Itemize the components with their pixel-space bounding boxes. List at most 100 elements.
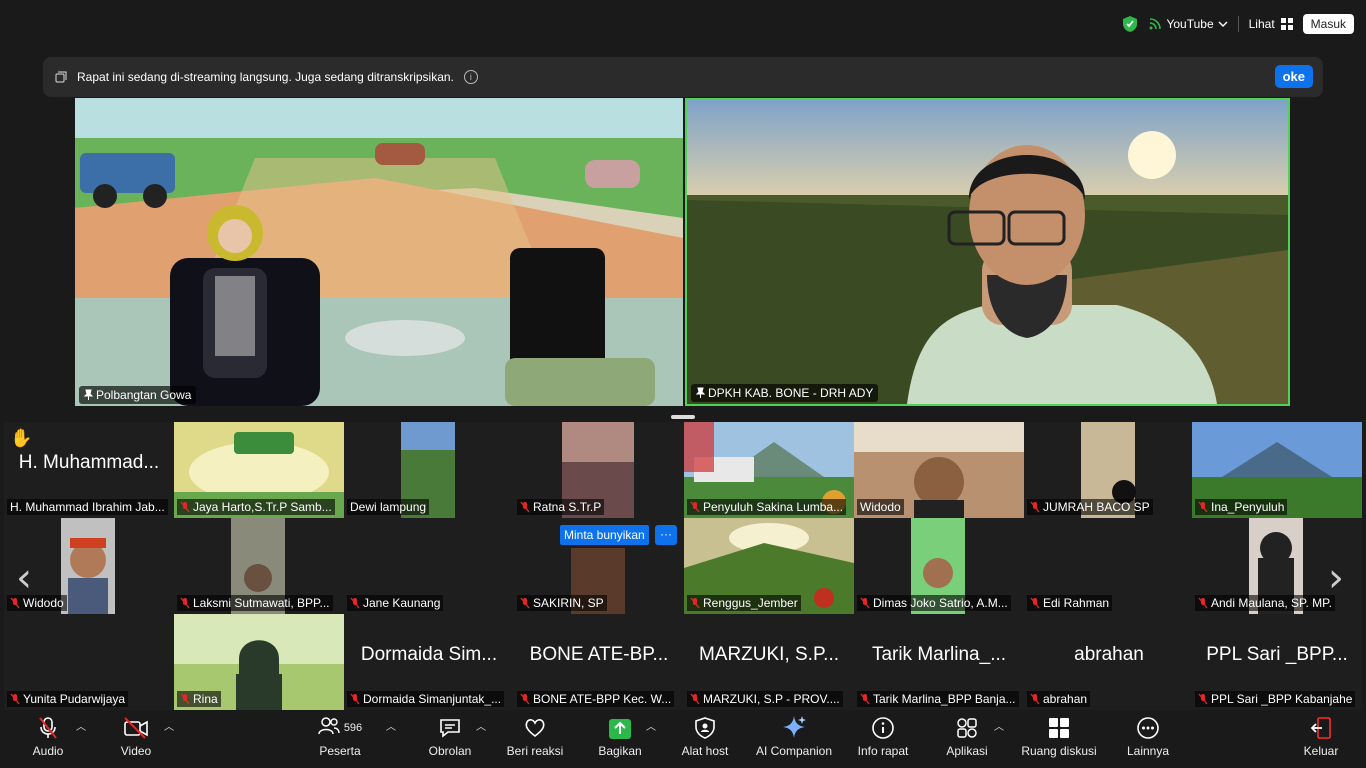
participant-name: Dimas Joko Satrio, A.M... — [873, 596, 1008, 610]
chat-button[interactable]: Obrolan — [422, 712, 478, 766]
more-button[interactable]: Lainnya — [1120, 712, 1176, 766]
mic-muted-icon — [1198, 597, 1208, 609]
mic-muted-icon — [690, 693, 700, 705]
meeting-info-button[interactable]: Info rapat — [852, 712, 914, 766]
participant-name: Penyuluh Sakina Lumba... — [703, 500, 844, 514]
chevron-up-icon[interactable]: ︿ — [76, 718, 86, 733]
participants-icon — [318, 717, 340, 735]
mic-muted-icon — [180, 597, 190, 609]
participant-tile[interactable]: ✋ H. Muhammad... H. Muhammad Ibrahim Jab… — [4, 422, 174, 518]
leave-button[interactable]: Keluar — [1298, 712, 1344, 766]
participant-name: Polbangtan Gowa — [96, 388, 192, 402]
ask-to-unmute-button[interactable]: Minta bunyikan — [560, 525, 649, 545]
participant-tile[interactable]: Jaya Harto,S.Tr.P Samb... — [174, 422, 344, 518]
participant-name-label: Dewi lampung — [347, 499, 430, 515]
participant-name: Yunita Pudarwijaya — [23, 692, 126, 706]
video-button[interactable]: Video — [112, 712, 160, 766]
participant-tile[interactable]: Laksmi Sutmawati, BPP... — [174, 518, 344, 614]
participant-tile[interactable]: BONE ATE-BP... BONE ATE-BPP Kec. W... — [514, 614, 684, 710]
participant-tile[interactable]: Ratna S.Tr.P — [514, 422, 684, 518]
chevron-up-icon[interactable]: ︿ — [994, 718, 1004, 733]
ok-button[interactable]: oke — [1274, 65, 1313, 88]
participant-tile[interactable]: Ina_Penyuluh — [1192, 422, 1362, 518]
participant-name-label: Tarik Marlina_BPP Banja... — [857, 691, 1019, 707]
host-shield-icon — [695, 717, 715, 739]
participant-name-label: PPL Sari _BPP Kabanjahe — [1195, 691, 1356, 707]
youtube-stream-indicator[interactable]: YouTube — [1148, 17, 1228, 31]
participants-button[interactable]: 596 Peserta — [310, 712, 370, 766]
chevron-up-icon[interactable]: ︿ — [386, 718, 396, 733]
video-tile-speaker-1[interactable]: Polbangtan Gowa — [75, 98, 683, 406]
participant-tile[interactable]: Jane Kaunang — [344, 518, 514, 614]
video-tile-speaker-2[interactable]: DPKH KAB. BONE - DRH ADY — [685, 98, 1290, 406]
participant-name: Andi Maulana, SP. MP. — [1211, 596, 1332, 610]
participant-gallery: ✋ H. Muhammad... H. Muhammad Ibrahim Jab… — [4, 422, 1362, 710]
pin-icon — [84, 389, 93, 400]
apps-button[interactable]: Aplikasi — [940, 712, 994, 766]
chevron-down-icon — [1218, 21, 1228, 28]
participant-tile[interactable]: Renggus_Jember — [684, 518, 854, 614]
share-button[interactable]: Bagikan — [592, 712, 648, 766]
participant-tile[interactable]: PPL Sari _BPP... PPL Sari _BPP Kabanjahe — [1192, 614, 1362, 710]
top-bar: YouTube Lihat Masuk — [0, 0, 1366, 48]
info-icon[interactable]: i — [463, 70, 478, 84]
participant-tile[interactable]: Penyuluh Sakina Lumba... — [684, 422, 854, 518]
participant-tile[interactable]: Dormaida Sim... Dormaida Simanjuntak_... — [344, 614, 514, 710]
live-signal-icon — [1149, 18, 1162, 30]
participant-name-label: MARZUKI, S.P - PROV.... — [687, 691, 843, 707]
chevron-up-icon[interactable]: ︿ — [164, 718, 174, 733]
participant-name-label: Laksmi Sutmawati, BPP... — [177, 595, 333, 611]
apps-label: Aplikasi — [946, 744, 988, 758]
participant-name-label: Yunita Pudarwijaya — [7, 691, 129, 707]
view-button[interactable]: Lihat — [1249, 17, 1293, 31]
participant-tile[interactable]: Yunita Pudarwijaya — [4, 614, 174, 710]
participant-name-label: Rina — [177, 691, 221, 707]
participant-tile[interactable]: Tarik Marlina_... Tarik Marlina_BPP Banj… — [854, 614, 1024, 710]
participants-label: Peserta — [319, 744, 361, 758]
more-options-icon[interactable]: ··· — [655, 525, 677, 545]
copy-icon — [55, 71, 67, 83]
host-tools-button[interactable]: Alat host — [674, 712, 736, 766]
mic-muted-icon — [860, 597, 870, 609]
participant-name-label: H. Muhammad Ibrahim Jab... — [7, 499, 168, 515]
participant-name: Renggus_Jember — [703, 596, 798, 610]
participant-tile[interactable]: abrahan abrahan — [1024, 614, 1194, 710]
participant-tile[interactable]: Dewi lampung — [344, 422, 514, 518]
participant-tile[interactable]: Dimas Joko Satrio, A.M... — [854, 518, 1024, 614]
participant-tile[interactable]: MARZUKI, S.P... MARZUKI, S.P - PROV.... — [684, 614, 854, 710]
participant-name-label: Ina_Penyuluh — [1195, 499, 1288, 515]
participant-tile[interactable]: Edi Rahman — [1024, 518, 1194, 614]
meeting-toolbar: Audio ︿ Video ︿ 596 Peserta ︿ Obrolan ︿ … — [0, 710, 1366, 768]
mic-muted-icon — [39, 717, 57, 739]
video-feed-image — [687, 100, 1288, 404]
participant-name: Dormaida Simanjuntak_... — [363, 692, 502, 706]
mic-muted-icon — [520, 597, 530, 609]
mic-muted-icon — [520, 501, 530, 513]
raised-hand-icon: ✋ — [10, 428, 33, 448]
participant-name-label: BONE ATE-BPP Kec. W... — [517, 691, 675, 707]
mic-muted-icon — [690, 597, 700, 609]
participant-name: BONE ATE-BPP Kec. W... — [533, 692, 672, 706]
breakout-rooms-label: Ruang diskusi — [1021, 744, 1097, 758]
divider — [1237, 16, 1239, 32]
reactions-button[interactable]: Beri reaksi — [502, 712, 568, 766]
leave-icon — [1310, 717, 1331, 739]
participant-tile[interactable]: Rina — [174, 614, 344, 710]
ai-companion-button[interactable]: AI Companion — [752, 712, 836, 766]
breakout-rooms-button[interactable]: Ruang diskusi — [1016, 712, 1102, 766]
mic-muted-icon — [10, 693, 20, 705]
meeting-info-label: Info rapat — [857, 744, 909, 758]
chevron-right-icon[interactable]: › — [1328, 555, 1344, 601]
participant-name-label: Dimas Joko Satrio, A.M... — [857, 595, 1011, 611]
mic-muted-icon — [1030, 693, 1040, 705]
chevron-up-icon[interactable]: ︿ — [646, 718, 656, 733]
audio-button[interactable]: Audio — [24, 712, 72, 766]
chevron-left-icon[interactable]: ‹ — [16, 555, 32, 601]
participant-tile[interactable]: Widodo — [854, 422, 1024, 518]
participant-name: abrahan — [1043, 692, 1088, 706]
participant-tile[interactable]: JUMRAH BACO SP — [1024, 422, 1194, 518]
chevron-up-icon[interactable]: ︿ — [476, 718, 486, 733]
sign-in-button[interactable]: Masuk — [1302, 14, 1354, 34]
shield-icon[interactable] — [1122, 15, 1138, 33]
resize-handle[interactable] — [671, 415, 695, 419]
